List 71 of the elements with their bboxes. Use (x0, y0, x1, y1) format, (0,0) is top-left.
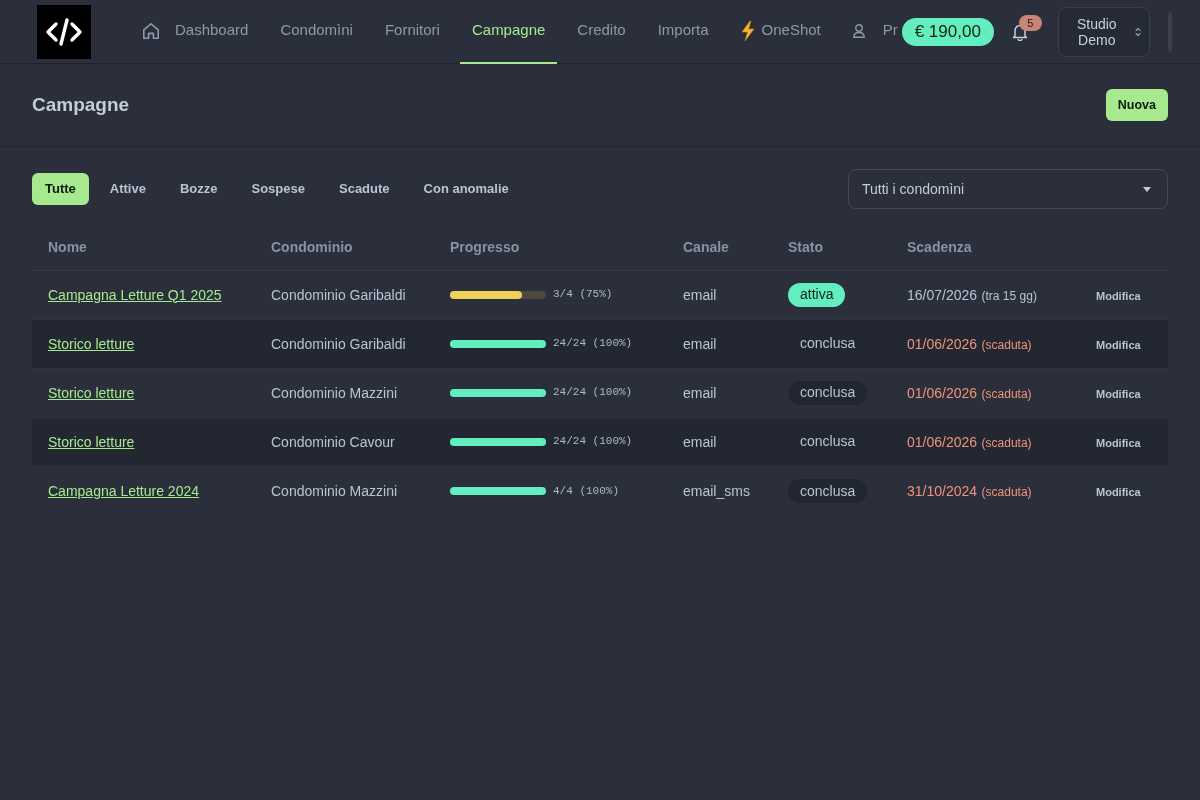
caret-down-icon (1143, 186, 1151, 192)
home-icon (143, 22, 159, 39)
channel-text: email_sms (683, 482, 750, 499)
status-pill: conclusa (788, 380, 868, 405)
nav-link[interactable]: Pr (840, 0, 902, 64)
campaign-link[interactable]: Storico letture (48, 384, 135, 401)
condominium-select[interactable]: Tutti i condomìni (848, 169, 1168, 209)
nav-link[interactable]: Fornitori (372, 0, 452, 64)
deadline-date: 01/06/2026 (907, 433, 978, 450)
column-header: Nome (48, 239, 87, 256)
nav-link[interactable]: OneShot (728, 0, 833, 64)
condominium-name: Condominio Mazzini (271, 384, 398, 401)
page-title: Campagne (32, 92, 130, 117)
campaign-link[interactable]: Campagna Letture 2024 (48, 482, 199, 499)
filter-tab[interactable]: Attive (96, 173, 159, 205)
campaign-link[interactable]: Storico letture (48, 433, 135, 450)
code-logo[interactable] (37, 4, 91, 59)
deadline-note: (scaduta) (981, 435, 1032, 450)
studio-select[interactable]: Studio Demo (1057, 6, 1150, 57)
edit-button[interactable]: Modifica (1096, 434, 1141, 451)
nav-link[interactable]: Condomìni (268, 0, 365, 64)
edit-button[interactable]: Modifica (1096, 287, 1141, 304)
status-pill: conclusa (788, 479, 868, 503)
campaign-link[interactable]: Storico letture (48, 335, 135, 352)
channel-text: email (683, 384, 717, 401)
notification-count: 5 (1018, 14, 1042, 31)
progress-reading: 3/4 (75%) (553, 287, 613, 303)
deadline-note: (scaduta) (981, 386, 1032, 401)
channel-text: email (683, 286, 717, 303)
progress-reading: 4/4 (100%) (553, 483, 619, 499)
column-header: Progresso (450, 239, 520, 256)
deadline-date: 01/06/2026 (907, 384, 978, 401)
nav-link[interactable]: Campagne (459, 0, 558, 64)
nav-link[interactable]: Importa (645, 0, 721, 64)
filter-tab[interactable]: Bozze (166, 173, 231, 205)
nav-link[interactable]: Credito (565, 0, 638, 64)
column-header: Condominio (271, 239, 353, 256)
deadline-note: (scaduta) (981, 484, 1032, 499)
credit-balance[interactable]: € 190,00 (901, 17, 994, 46)
bell-icon[interactable] (1011, 22, 1028, 41)
progress-reading: 24/24 (100%) (553, 336, 633, 352)
filter-tab[interactable]: Con anomalie (410, 173, 522, 205)
column-header: Stato (788, 239, 823, 256)
new-button[interactable]: Nuova (1105, 89, 1168, 121)
condominium-name: Condominio Garibaldi (271, 335, 406, 352)
deadline-date: 16/07/2026 (907, 286, 978, 303)
campaign-link[interactable]: Campagna Letture Q1 2025 (48, 286, 222, 303)
condominium-name: Condominio Garibaldi (271, 286, 406, 303)
deadline-note: (tra 15 gg) (981, 288, 1037, 303)
edit-button[interactable]: Modifica (1096, 483, 1141, 501)
deadline-date: 31/10/2024 (907, 482, 978, 499)
channel-text: email (683, 433, 717, 450)
condominium-name: Condominio Cavour (271, 433, 395, 450)
filter-tab[interactable]: Sospese (238, 173, 318, 205)
condominium-name: Condominio Mazzini (271, 482, 398, 499)
progress-reading: 24/24 (100%) (553, 385, 633, 401)
chevron-updown-icon (1134, 26, 1141, 37)
deadline-date: 01/06/2026 (907, 335, 978, 352)
nav-link[interactable]: Dashboard (131, 0, 261, 64)
user-icon (852, 23, 865, 38)
deadline-note: (scaduta) (981, 337, 1032, 352)
filter-tab[interactable]: Tutte (32, 173, 89, 205)
column-header: Scadenza (907, 239, 972, 256)
edit-button[interactable]: Modifica (1096, 385, 1141, 402)
edit-button[interactable]: Modifica (1096, 336, 1141, 353)
lightning-bolt-icon (740, 20, 755, 41)
progress-reading: 24/24 (100%) (553, 434, 633, 450)
filter-tab[interactable]: Scadute (326, 173, 403, 205)
status-pill: attiva (788, 282, 846, 307)
channel-text: email (683, 335, 717, 352)
column-header: Canale (683, 239, 729, 256)
